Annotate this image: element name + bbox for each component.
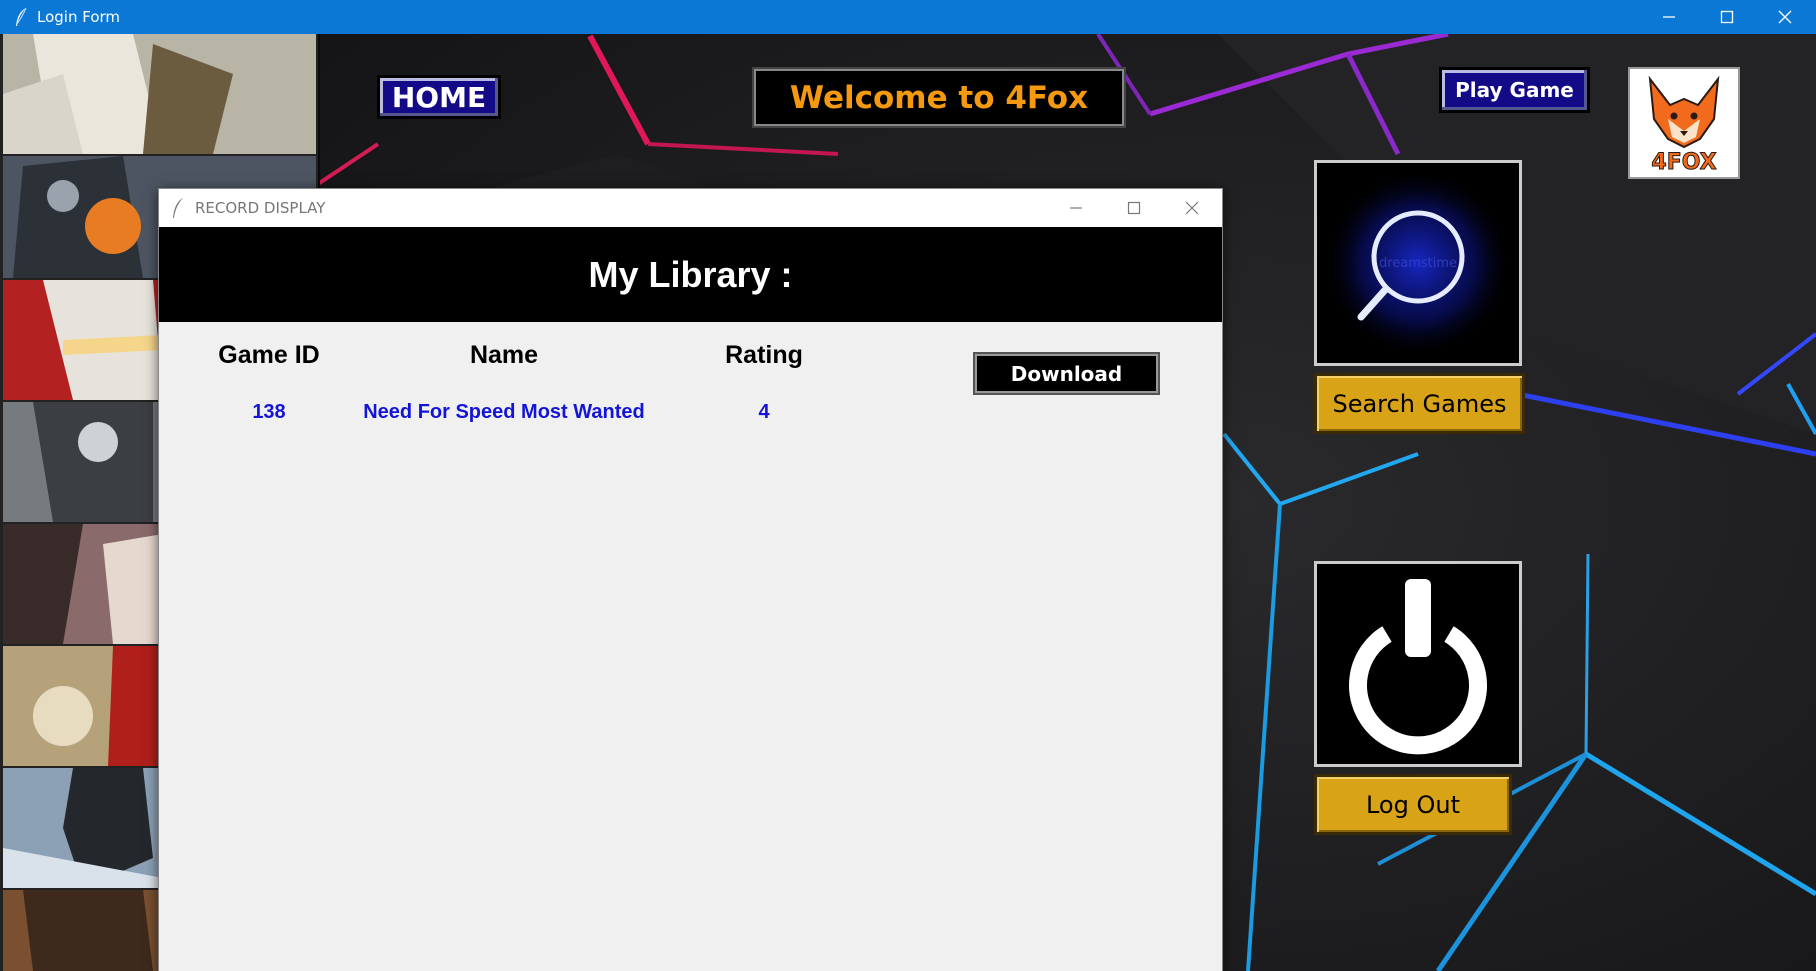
main-titlebar: Login Form bbox=[0, 0, 1816, 34]
minimize-button[interactable] bbox=[1640, 0, 1698, 34]
app-feather-icon bbox=[16, 7, 27, 26]
window-title: Login Form bbox=[37, 8, 121, 26]
maximize-button[interactable] bbox=[1698, 0, 1756, 34]
search-icon-panel[interactable]: dreamstime bbox=[1314, 160, 1522, 366]
dialog-title: RECORD DISPLAY bbox=[195, 199, 326, 217]
close-icon bbox=[1185, 201, 1199, 215]
minimize-icon bbox=[1070, 207, 1082, 209]
log-out-button[interactable]: Log Out bbox=[1314, 774, 1512, 835]
minimize-icon bbox=[1663, 16, 1675, 18]
download-button[interactable]: Download bbox=[973, 352, 1160, 395]
dialog-minimize-button[interactable] bbox=[1048, 189, 1104, 227]
record-game-id: 138 bbox=[252, 401, 286, 423]
search-icon: dreamstime bbox=[1317, 163, 1519, 363]
welcome-banner: Welcome to 4Fox bbox=[752, 67, 1126, 128]
dialog-close-button[interactable] bbox=[1164, 189, 1220, 227]
play-game-button[interactable]: Play Game bbox=[1439, 67, 1590, 113]
record-display-dialog: RECORD DISPLAY My Library : Game ID Name… bbox=[158, 188, 1223, 971]
dialog-maximize-button[interactable] bbox=[1106, 189, 1162, 227]
maximize-icon bbox=[1720, 10, 1734, 24]
fox-logo-icon: 4FOX bbox=[1630, 69, 1738, 177]
column-header-game-id: Game ID bbox=[218, 341, 320, 369]
power-icon-panel[interactable] bbox=[1314, 561, 1522, 767]
record-game-rating: 4 bbox=[758, 401, 770, 423]
dialog-titlebar: RECORD DISPLAY bbox=[159, 189, 1222, 227]
column-header-name: Name bbox=[469, 341, 539, 369]
home-button[interactable]: HOME bbox=[377, 75, 501, 119]
app-canvas: HOME Welcome to 4Fox Play Game 4FOX drea… bbox=[0, 34, 1816, 971]
close-icon bbox=[1778, 10, 1792, 24]
poster-image-1 bbox=[3, 34, 316, 154]
column-header-rating: Rating bbox=[725, 341, 803, 369]
search-watermark-text: dreamstime bbox=[1379, 256, 1457, 271]
fox-logo[interactable]: 4FOX bbox=[1628, 67, 1740, 179]
dialog-feather-icon bbox=[173, 198, 183, 218]
power-icon bbox=[1317, 564, 1519, 764]
record-game-name: Need For Speed Most Wanted bbox=[363, 401, 645, 423]
search-games-button[interactable]: Search Games bbox=[1314, 373, 1525, 434]
fox-logo-text: 4FOX bbox=[1651, 150, 1716, 175]
library-header: My Library : bbox=[159, 227, 1222, 322]
close-button[interactable] bbox=[1756, 0, 1814, 34]
maximize-icon bbox=[1127, 201, 1141, 215]
